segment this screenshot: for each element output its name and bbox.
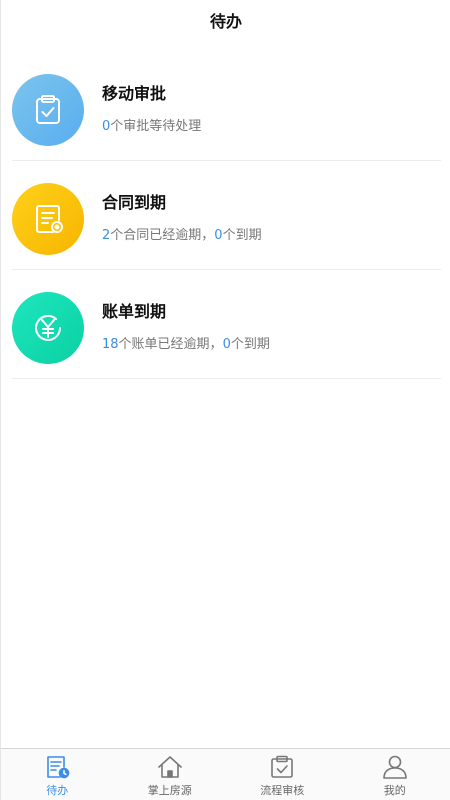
expiring-contract-count: 0 xyxy=(214,228,223,243)
top-bar: 待办 xyxy=(1,0,450,40)
todo-icon xyxy=(43,753,71,781)
list-item-mobile-approval[interactable]: 移动审批 0个审批等待处理 xyxy=(12,52,441,161)
overdue-bill-count: 18 xyxy=(102,337,119,352)
user-icon xyxy=(381,753,409,781)
tab-label: 我的 xyxy=(383,784,406,797)
bottom-tab-bar: 待办 掌上房源 流程审核 我的 xyxy=(1,748,450,800)
tab-label: 流程审核 xyxy=(260,784,305,797)
tab-process-review[interactable]: 流程审核 xyxy=(226,749,339,800)
item-subtitle-text: 个到期 xyxy=(222,228,262,243)
item-subtitle-text: 个账单已经逾期， xyxy=(118,337,223,352)
clipboard-check-icon xyxy=(12,74,84,146)
tab-mine[interactable]: 我的 xyxy=(339,749,450,800)
list-item-contract-expiry[interactable]: 合同到期 2个合同已经逾期，0个到期 xyxy=(12,161,441,270)
item-subtitle: 0个审批等待处理 xyxy=(102,118,201,136)
tab-house-listings[interactable]: 掌上房源 xyxy=(114,749,227,800)
expiring-bill-count: 0 xyxy=(222,337,231,352)
house-icon xyxy=(156,753,184,781)
item-subtitle-text: 个审批等待处理 xyxy=(110,119,202,134)
page-title: 待办 xyxy=(209,12,242,31)
list-item-bill-expiry[interactable]: 账单到期 18个账单已经逾期，0个到期 xyxy=(12,270,441,379)
clipboard-check-icon xyxy=(268,753,296,781)
item-subtitle: 2个合同已经逾期，0个到期 xyxy=(102,227,262,245)
item-title: 账单到期 xyxy=(102,302,167,321)
item-subtitle-text: 个到期 xyxy=(230,337,270,352)
item-title: 移动审批 xyxy=(102,84,167,103)
yen-circle-icon xyxy=(12,292,84,364)
tab-label: 待办 xyxy=(46,784,69,797)
document-seal-icon xyxy=(12,183,84,255)
todo-list: 移动审批 0个审批等待处理 合同到期 2个合同已经逾期，0个到期 账单到期 18… xyxy=(1,52,450,379)
item-subtitle: 18个账单已经逾期，0个到期 xyxy=(102,336,270,354)
item-title: 合同到期 xyxy=(102,193,167,212)
item-subtitle-text: 个合同已经逾期， xyxy=(110,228,215,243)
tab-todo[interactable]: 待办 xyxy=(1,749,114,800)
tab-label: 掌上房源 xyxy=(147,784,192,797)
